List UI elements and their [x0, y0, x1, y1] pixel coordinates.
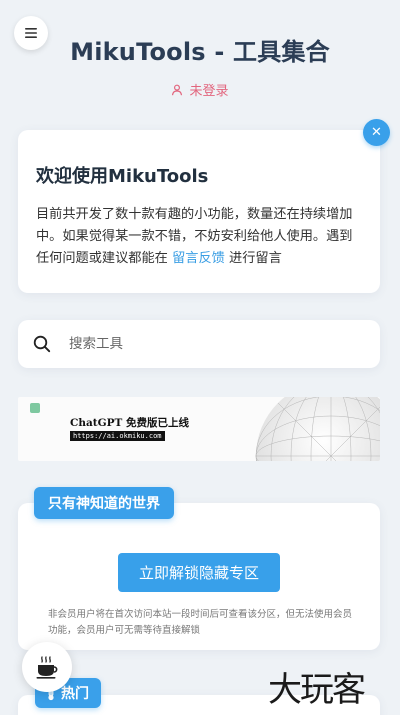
globe-graphic — [255, 397, 380, 461]
coffee-button[interactable] — [22, 642, 72, 692]
secret-section-badge: 只有神知道的世界 — [34, 487, 174, 519]
welcome-card: 欢迎使用MikuTools 目前共开发了数十款有趣的小功能，数量还在持续增加中。… — [18, 130, 380, 293]
hot-section-label: 热门 — [61, 686, 89, 702]
ad-url: https://ai.okmiku.com — [70, 431, 165, 441]
close-welcome-button[interactable]: ✕ — [363, 119, 390, 146]
coffee-icon — [36, 656, 58, 679]
welcome-text: 目前共开发了数十款有趣的小功能，数量还在持续增加中。如果觉得某一款不错，不妨安利… — [36, 204, 362, 270]
search-icon — [33, 335, 51, 353]
unlock-hidden-zone-button[interactable]: 立即解锁隐藏专区 — [118, 553, 280, 592]
secret-section-note: 非会员用户将在首次访问本站一段时间后可查看该分区，但无法使用会员功能，会员用户可… — [48, 609, 353, 636]
search-bar[interactable] — [18, 320, 380, 368]
watermark-logo: 大玩客 — [268, 670, 366, 710]
login-status[interactable]: 未登录 — [0, 80, 400, 99]
ad-title: ChatGPT 免费版已上线 — [70, 417, 189, 429]
close-icon: ✕ — [371, 125, 382, 140]
secret-section-card: 立即解锁隐藏专区 非会员用户将在首次访问本站一段时间后可查看该分区，但无法使用会… — [18, 503, 380, 650]
ad-logo — [30, 403, 40, 413]
page-title: MikuTools - 工具集合 — [70, 38, 330, 66]
search-input[interactable] — [69, 336, 329, 352]
ad-banner[interactable]: ChatGPT 免费版已上线 https://ai.okmiku.com — [18, 397, 380, 461]
feedback-link[interactable]: 留言反馈 — [172, 251, 225, 266]
welcome-body-end: 进行留言 — [224, 251, 282, 266]
login-status-label: 未登录 — [189, 84, 229, 99]
user-icon — [172, 84, 183, 95]
welcome-title: 欢迎使用MikuTools — [36, 166, 209, 187]
